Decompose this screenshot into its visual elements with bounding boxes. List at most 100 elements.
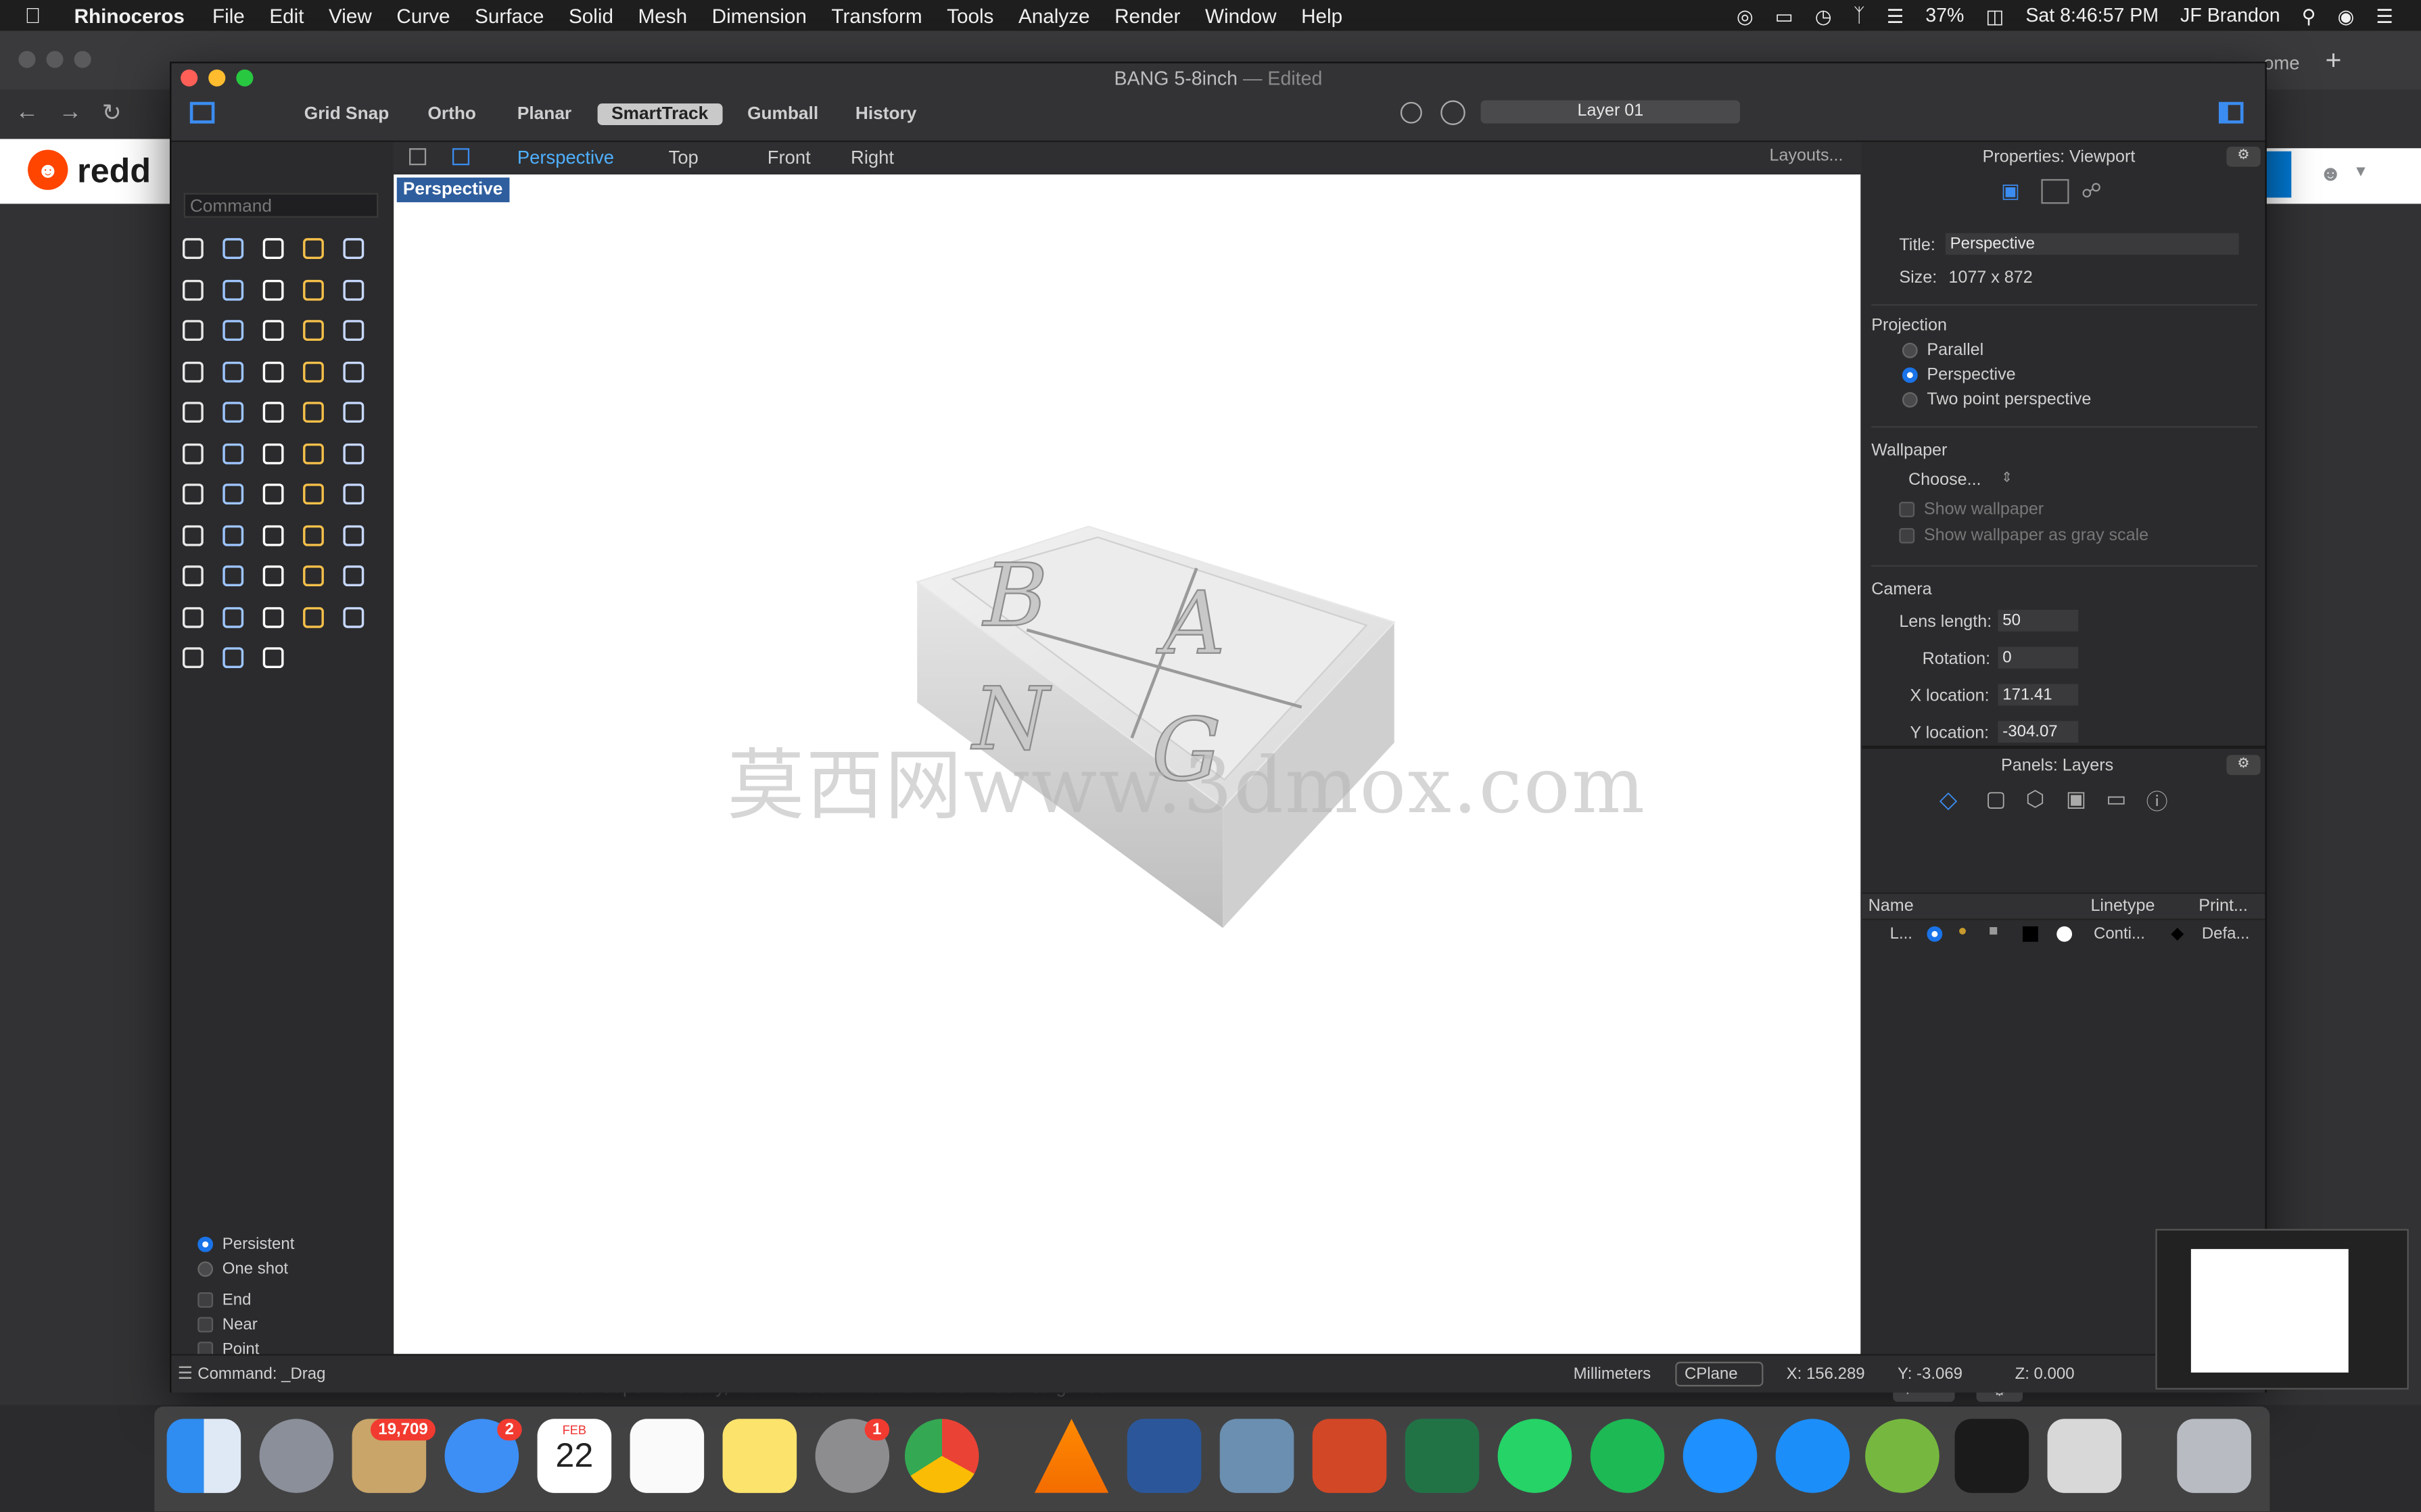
wallpaper-choose-select[interactable]: Choose... <box>1908 471 1981 489</box>
render-sphere-tool-icon[interactable] <box>178 642 209 674</box>
layers-tab-icon[interactable]: ◇ <box>1940 786 1957 813</box>
vlc-icon[interactable] <box>1034 1419 1109 1493</box>
end-checkbox[interactable] <box>197 1292 214 1308</box>
menu-transform[interactable]: Transform <box>831 4 922 27</box>
zoom-tool-icon[interactable] <box>218 519 249 550</box>
analysis-tool-icon[interactable] <box>258 561 289 592</box>
utorrent-icon[interactable] <box>1865 1419 1940 1493</box>
offset-tool-icon[interactable] <box>338 356 369 387</box>
solid-box-tool-icon[interactable] <box>258 315 289 346</box>
airplay-icon[interactable]: ▭ <box>1775 4 1793 27</box>
tab-right[interactable]: Right <box>851 147 894 168</box>
user-name[interactable]: JF Brandon <box>2180 5 2280 26</box>
clock[interactable]: Sat 8:46:57 PM <box>2025 5 2159 26</box>
trash-icon[interactable] <box>2177 1419 2251 1493</box>
menu-mesh[interactable]: Mesh <box>638 4 688 27</box>
grid-snap-button[interactable]: Grid Snap <box>304 105 389 123</box>
solid-edit-tool-icon[interactable] <box>298 438 329 469</box>
rotation-input[interactable]: 0 <box>1998 646 2079 669</box>
layouts-button[interactable]: Layouts... <box>1770 147 1843 165</box>
battery-icon[interactable]: ◫ <box>1985 4 2004 27</box>
tab-top[interactable]: Top <box>669 147 699 168</box>
notification-center-icon[interactable]: ☰ <box>2376 4 2393 27</box>
minimize-button[interactable] <box>208 69 226 87</box>
perspective-viewport[interactable]: Perspective B A N G 莫西网www.3dmox.com <box>394 174 1861 1354</box>
browser-close-dot[interactable] <box>18 51 36 68</box>
material-icon[interactable] <box>2056 926 2073 942</box>
time-machine-icon[interactable]: ◷ <box>1815 4 1832 27</box>
array-tool-icon[interactable] <box>218 438 249 469</box>
layer-name[interactable]: L... <box>1890 925 1912 943</box>
record-icon[interactable] <box>1440 100 1465 125</box>
box-curve-tool-icon[interactable] <box>258 274 289 305</box>
excel-icon[interactable] <box>1405 1419 1480 1493</box>
persistent-radio[interactable] <box>197 1236 214 1252</box>
menu-analyze[interactable]: Analyze <box>1018 4 1090 27</box>
mesh-tool-icon[interactable] <box>338 479 369 510</box>
zoom-selected-tool-icon[interactable] <box>298 519 329 550</box>
units-label[interactable]: Millimeters <box>1574 1365 1651 1383</box>
powerpoint-icon[interactable] <box>1312 1419 1387 1493</box>
planar-button[interactable]: Planar <box>517 105 571 123</box>
explode-tool-icon[interactable] <box>218 356 249 387</box>
current-layer-selector[interactable]: Layer 01 <box>1480 100 1741 124</box>
car-tool-icon[interactable] <box>218 561 249 592</box>
wifi-icon[interactable]: ☰ <box>1887 4 1904 27</box>
viewport-props-icon[interactable] <box>2041 179 2069 204</box>
layer-print[interactable]: Defa... <box>2202 925 2250 943</box>
gumball-button[interactable]: Gumball <box>747 105 818 123</box>
layers-col-name[interactable]: Name <box>1868 897 1914 916</box>
lock-tool-icon[interactable] <box>178 601 209 632</box>
color-tool-icon[interactable] <box>258 601 289 632</box>
light-tool-icon[interactable] <box>338 561 369 592</box>
calendar-icon[interactable]: FEB 22 <box>537 1419 612 1493</box>
osnap-end[interactable]: End <box>197 1291 251 1309</box>
grid-array-tool-icon[interactable] <box>178 479 209 510</box>
display-tab-icon[interactable]: ▭ <box>2106 786 2126 812</box>
launchpad-icon[interactable] <box>259 1419 334 1493</box>
cylinder-tool-icon[interactable] <box>338 315 369 346</box>
reminders-icon[interactable] <box>630 1419 705 1493</box>
browser-min-dot[interactable] <box>46 51 64 68</box>
extrude-tool-icon[interactable] <box>258 356 289 387</box>
menu-window[interactable]: Window <box>1205 4 1277 27</box>
select-arrows-icon[interactable]: ⇕ <box>2001 469 2013 486</box>
finder-icon[interactable] <box>166 1419 241 1493</box>
menu-render[interactable]: Render <box>1114 4 1180 27</box>
select-tool-icon[interactable] <box>178 233 209 264</box>
terminal-icon[interactable] <box>1954 1419 2029 1493</box>
whatsapp-icon[interactable] <box>1497 1419 1572 1493</box>
camera-icon[interactable]: ▣ <box>2001 179 2029 202</box>
zoom-extents-tool-icon[interactable] <box>338 519 369 550</box>
layer-row[interactable]: L... ● ■ Conti... ◆ Defa... <box>1862 922 2265 947</box>
tab-perspective[interactable]: Perspective <box>517 147 614 168</box>
rhino-icon[interactable] <box>2047 1419 2122 1493</box>
ortho-button[interactable]: Ortho <box>427 105 475 123</box>
extrude-surface-tool-icon[interactable] <box>258 438 289 469</box>
show-gray-option[interactable]: Show wallpaper as gray scale <box>1899 527 2148 545</box>
polygon-tool-icon[interactable] <box>298 274 329 305</box>
render-tab-icon[interactable]: ▣ <box>2066 786 2086 812</box>
layers-col-print[interactable]: Print... <box>2199 897 2248 916</box>
menu-file[interactable]: File <box>212 4 245 27</box>
y-location-input[interactable]: -304.07 <box>1998 721 2079 743</box>
forward-icon[interactable]: → <box>59 99 82 125</box>
siri-icon[interactable]: ◉ <box>2337 4 2354 27</box>
preview-icon[interactable] <box>1219 1419 1294 1493</box>
chevron-down-icon[interactable]: ▼ <box>2353 164 2369 181</box>
screenshot-thumbnail[interactable] <box>2155 1229 2409 1390</box>
lens-length-input[interactable]: 50 <box>1998 609 2079 632</box>
points-cloud-tool-icon[interactable] <box>218 397 249 428</box>
boolean-tool-icon[interactable] <box>298 315 329 346</box>
battery-percent[interactable]: 37% <box>1925 5 1964 26</box>
command-history-icon[interactable]: ☰ <box>178 1363 193 1383</box>
connect-tool-icon[interactable] <box>258 642 289 674</box>
apple-icon[interactable]:  <box>25 3 50 28</box>
menu-solid[interactable]: Solid <box>569 4 613 27</box>
perspective-radio[interactable] <box>1902 367 1918 383</box>
rotate-view-tool-icon[interactable] <box>178 561 209 592</box>
right-panel-toggle-icon[interactable] <box>2218 101 2244 124</box>
render-tool-icon[interactable] <box>178 519 209 550</box>
arc-tool-icon[interactable] <box>218 274 249 305</box>
command-input[interactable]: Command <box>183 193 379 218</box>
